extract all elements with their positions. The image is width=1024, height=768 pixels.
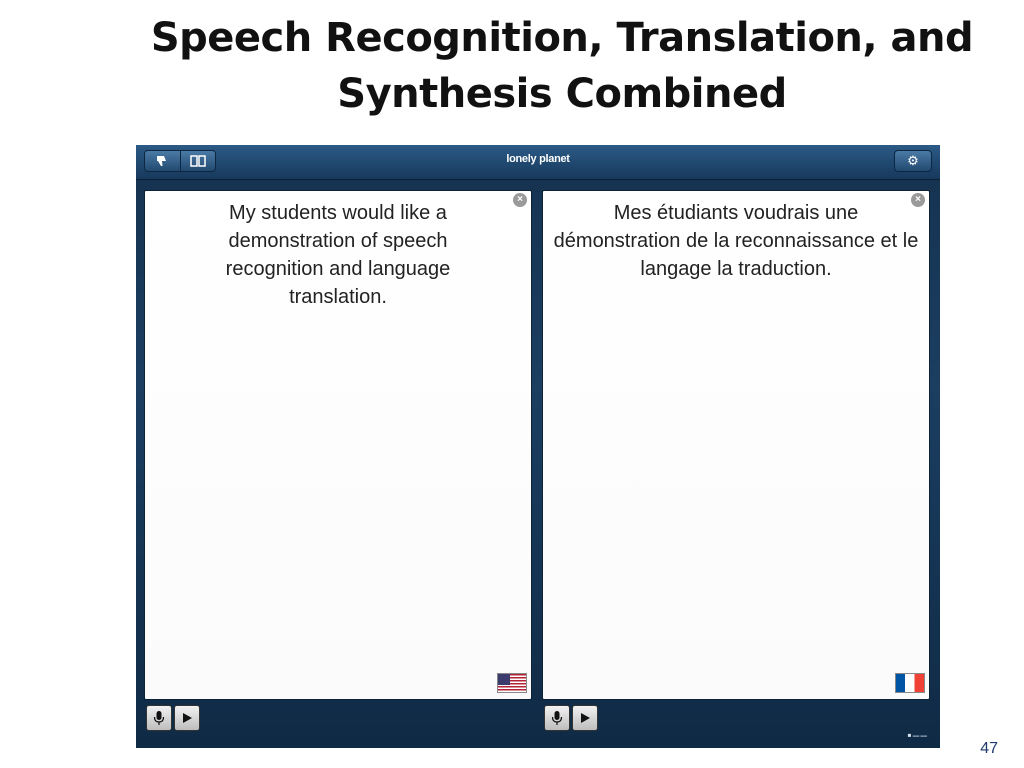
- play-icon-graphic: [183, 713, 192, 723]
- microphone-icon-graphic: [551, 711, 563, 725]
- source-text-panel[interactable]: × My students would like a demonstration…: [144, 190, 532, 700]
- book-icon[interactable]: [179, 151, 215, 171]
- source-controls: [146, 705, 200, 731]
- microphone-icon[interactable]: [146, 705, 172, 731]
- thumbs-down-icon[interactable]: [145, 151, 180, 171]
- clear-icon[interactable]: ×: [513, 193, 527, 207]
- microphone-icon-graphic: [153, 711, 165, 725]
- slide-title: Speech Recognition, Translation, and Syn…: [140, 10, 984, 122]
- translated-text-panel[interactable]: × Mes étudiants voudrais une démonstrati…: [542, 190, 930, 700]
- lonely-planet-logo: lonely planet: [506, 153, 570, 165]
- play-icon-graphic: [581, 713, 590, 723]
- slide-title-line-2: Synthesis Combined: [337, 71, 787, 117]
- source-text: My students would like a demonstration o…: [225, 202, 451, 308]
- slide-title-line-1: Speech Recognition, Translation, and: [150, 15, 974, 61]
- app-toolbar: lonely planet ⚙: [136, 145, 940, 180]
- translator-app-screenshot: lonely planet ⚙ × My students would like…: [136, 145, 940, 748]
- status-indicator: ▪––: [907, 728, 928, 742]
- us-flag-icon[interactable]: [497, 673, 527, 693]
- settings-button[interactable]: ⚙: [894, 150, 932, 172]
- translated-text: Mes étudiants voudrais une démonstration…: [553, 202, 919, 280]
- toolbar-left-group: [144, 150, 216, 172]
- slide-number: 47: [980, 740, 998, 757]
- microphone-icon[interactable]: [544, 705, 570, 731]
- slide: Speech Recognition, Translation, and Syn…: [0, 0, 1024, 768]
- play-icon[interactable]: [572, 705, 598, 731]
- target-controls: [544, 705, 598, 731]
- book-icon-graphic: [190, 155, 206, 167]
- thumbs-down-icon-graphic: [157, 156, 167, 166]
- gear-icon: ⚙: [907, 153, 919, 168]
- play-icon[interactable]: [174, 705, 200, 731]
- fr-flag-icon[interactable]: [895, 673, 925, 693]
